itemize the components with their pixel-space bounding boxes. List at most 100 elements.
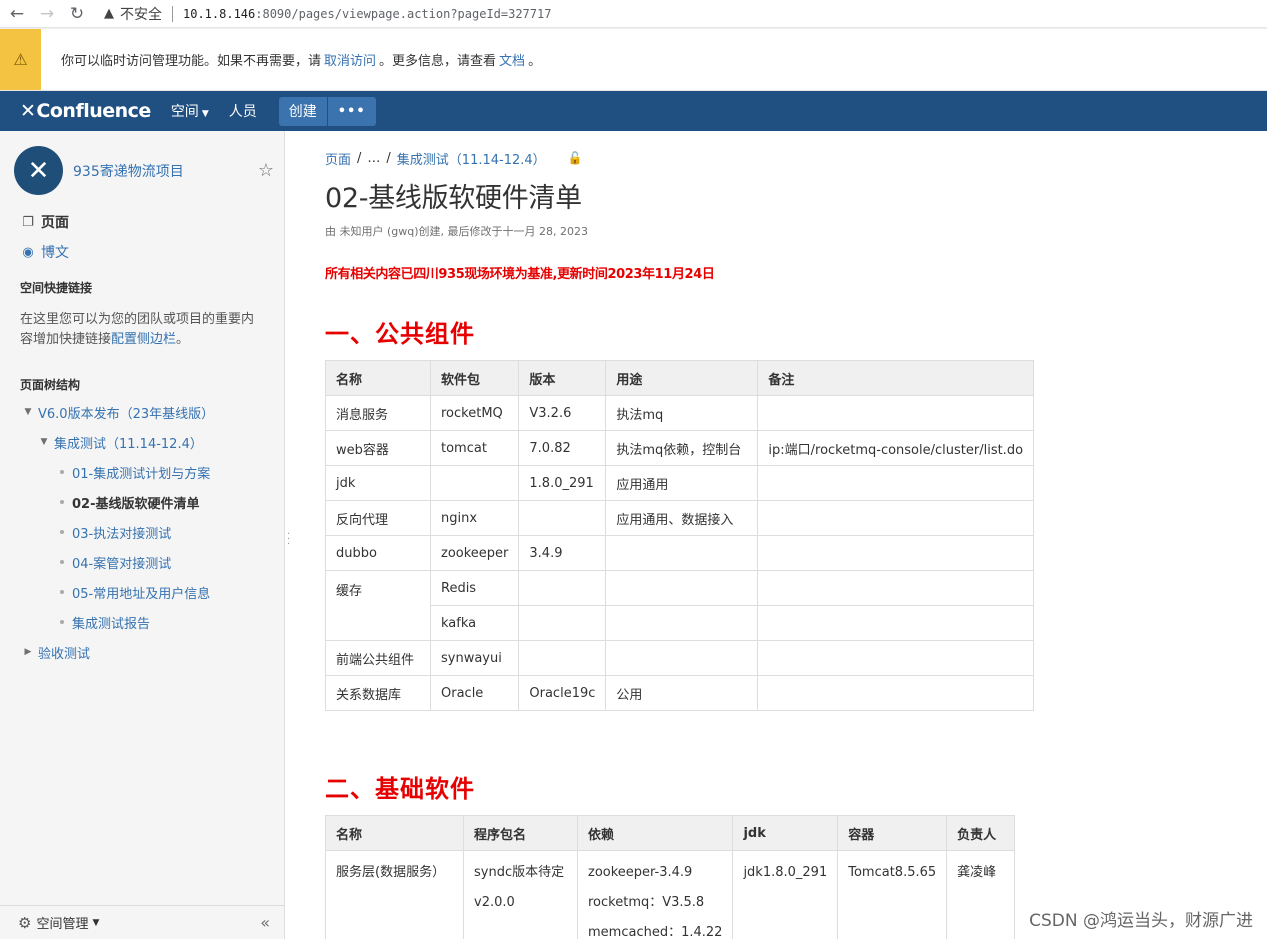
dependency-line: rocketmq：V3.5.8 xyxy=(588,895,705,910)
chevron-down-icon[interactable]: ▼ xyxy=(37,437,51,447)
table-row: 关系数据库 Oracle Oracle19c 公用 xyxy=(325,675,1035,711)
table-cell: 7.0.82 xyxy=(518,430,607,466)
docs-link[interactable]: 文档 xyxy=(499,50,525,69)
url-path: :8090/pages/viewpage.action?pageId=32771… xyxy=(255,6,552,21)
table-cell: 1.8.0_291 xyxy=(518,465,607,501)
table-cell: 消息服务 xyxy=(325,395,431,431)
column-header: 名称 xyxy=(325,360,431,396)
table-cell: Oracle19c xyxy=(518,675,607,711)
space-avatar[interactable]: ✕ xyxy=(14,146,63,195)
table-header-row: 名称 程序包名 依赖 jdk 容器 负责人 xyxy=(325,815,1016,851)
warning-icon: ⚠ xyxy=(0,29,41,90)
banner-text-before: 你可以临时访问管理功能。如果不再需要，请 xyxy=(61,54,322,69)
table-cell: Oracle xyxy=(429,675,520,711)
page-content: 页面 / … / 集成测试（11.14-12.4） 🔓 02-基线版软硬件清单 … xyxy=(285,131,1267,939)
tree-item-label: V6.0版本发布（23年基线版） xyxy=(38,406,215,422)
table-cell: jdk1.8.0_291 xyxy=(732,850,839,939)
space-admin-button[interactable]: 空间管理 xyxy=(36,913,88,932)
back-arrow-icon[interactable]: ← xyxy=(4,4,30,24)
tree-item-root[interactable]: ▼ V6.0版本发布（23年基线版） xyxy=(0,397,284,427)
components-table: 名称 软件包 版本 用途 备注 消息服务 rocketMQ V3.2.6 执法m… xyxy=(325,360,1035,711)
spaces-label: 空间 xyxy=(170,104,199,120)
tree-item-label: 验收测试 xyxy=(38,646,91,662)
people-link[interactable]: 人员 xyxy=(229,101,257,121)
watermark-text: CSDN @鸿运当头，财源广进 xyxy=(1029,911,1253,931)
breadcrumb-separator: / xyxy=(386,150,391,166)
space-sidebar: ✕ 935寄递物流项目 ☆ ❐ 页面 ◉ 博文 空间快捷链接 在这里您可以为您的… xyxy=(0,131,285,939)
tree-item-sibling[interactable]: ▶ 验收测试 xyxy=(0,637,284,667)
tree-item-parent[interactable]: ▼ 集成测试（11.14-12.4） xyxy=(0,427,284,457)
table-header-row: 名称 软件包 版本 用途 备注 xyxy=(325,360,1035,396)
table-cell: 公用 xyxy=(605,675,759,711)
package-version-line: v2.0.0 xyxy=(474,895,515,910)
tree-item-current[interactable]: 02-基线版软硬件清单 xyxy=(0,487,284,517)
breadcrumb-pages[interactable]: 页面 xyxy=(325,149,351,168)
tree-item-label: 集成测试报告 xyxy=(72,616,151,632)
tree-item-child[interactable]: 03-执法对接测试 xyxy=(0,517,284,547)
more-create-button[interactable]: ••• xyxy=(326,96,376,126)
table-row: 缓存 Redis xyxy=(325,570,1035,641)
tree-item-child[interactable]: 04-案管对接测试 xyxy=(0,547,284,577)
unlock-icon[interactable]: 🔓 xyxy=(568,151,583,165)
bullet-icon xyxy=(60,530,64,534)
chevron-down-icon: ▼ xyxy=(92,917,100,928)
table-cell: web容器 xyxy=(325,430,431,466)
create-button-group: 创建 ••• xyxy=(278,96,376,126)
bullet-icon xyxy=(60,470,64,474)
address-divider xyxy=(172,5,173,22)
page-tree-heading: 页面树结构 xyxy=(20,378,81,392)
table-cell: Redis xyxy=(429,570,520,606)
shortcuts-end: 。 xyxy=(176,332,190,347)
breadcrumb-parent[interactable]: 集成测试（11.14-12.4） xyxy=(397,149,546,168)
table-cell: 前端公共组件 xyxy=(325,640,431,676)
tree-item-child[interactable]: 01-集成测试计划与方案 xyxy=(0,457,284,487)
reload-icon[interactable]: ↻ xyxy=(64,4,90,24)
table-cell xyxy=(757,605,1035,641)
address-bar[interactable]: ▲ 不安全 10.1.8.146:8090/pages/viewpage.act… xyxy=(104,2,551,26)
table-row: dubbo zookeeper 3.4.9 xyxy=(325,535,1035,571)
table-cell: ip:端口/rocketmq-console/cluster/list.do xyxy=(757,430,1035,466)
url-text[interactable]: 10.1.8.146:8090/pages/viewpage.action?pa… xyxy=(183,7,551,21)
tree-item-child[interactable]: 集成测试报告 xyxy=(0,607,284,637)
table-row: 前端公共组件 synwayui xyxy=(325,640,1035,676)
tree-item-label: 01-集成测试计划与方案 xyxy=(72,466,211,482)
table-cell xyxy=(518,640,607,676)
breadcrumb: 页面 / … / 集成测试（11.14-12.4） 🔓 xyxy=(325,148,1267,168)
breadcrumb-ellipsis[interactable]: … xyxy=(367,151,380,166)
table-cell: 执法mq xyxy=(605,395,759,431)
space-name-link[interactable]: 935寄递物流项目 xyxy=(73,161,258,181)
cancel-access-link[interactable]: 取消访问 xyxy=(324,50,376,69)
dependency-line: memcached：1.4.22 xyxy=(588,925,723,939)
column-header: 用途 xyxy=(605,360,759,396)
sidebar-item-blog[interactable]: ◉ 博文 xyxy=(0,237,284,267)
tree-item-label: 集成测试（11.14-12.4） xyxy=(54,436,203,452)
tree-item-child[interactable]: 05-常用地址及用户信息 xyxy=(0,577,284,607)
table-cell: synwayui xyxy=(429,640,520,676)
table-cell: 缓存 xyxy=(325,570,431,641)
confluence-logo[interactable]: ✕ Confluence xyxy=(20,100,151,122)
bullet-icon xyxy=(60,590,64,594)
sidebar-item-label: 博文 xyxy=(41,245,69,261)
package-name-line: syndc版本待定 xyxy=(474,865,565,880)
create-button[interactable]: 创建 xyxy=(279,101,327,121)
forward-arrow-icon[interactable]: → xyxy=(34,4,60,24)
sidebar-item-pages[interactable]: ❐ 页面 xyxy=(0,207,284,237)
table-cell: 执法mq依赖，控制台 xyxy=(605,430,759,466)
spaces-menu[interactable]: 空间 ▼ xyxy=(171,101,209,121)
collapse-sidebar-icon[interactable]: « xyxy=(260,913,270,932)
bullet-icon xyxy=(60,620,64,624)
browser-toolbar: ← → ↻ ▲ 不安全 10.1.8.146:8090/pages/viewpa… xyxy=(0,0,1267,28)
table-cell xyxy=(757,675,1035,711)
page-metadata: 由 未知用户 (gwq)创建, 最后修改于十一月 28, 2023 xyxy=(325,225,589,238)
column-header: jdk xyxy=(732,815,839,851)
chevron-right-icon[interactable]: ▶ xyxy=(21,647,35,657)
space-header: ✕ 935寄递物流项目 ☆ xyxy=(0,131,284,195)
tree-item-label: 02-基线版软硬件清单 xyxy=(72,496,200,512)
chevron-down-icon[interactable]: ▼ xyxy=(21,407,35,417)
insecure-label: 不安全 xyxy=(120,6,162,23)
table-cell xyxy=(518,570,607,606)
star-icon[interactable]: ☆ xyxy=(258,160,274,181)
banner-message: 你可以临时访问管理功能。如果不再需要，请 取消访问 。更多信息，请查看 文档 。 xyxy=(41,29,541,90)
configure-sidebar-link[interactable]: 配置侧边栏 xyxy=(111,332,176,347)
sidebar-footer: ⚙ 空间管理 ▼ « xyxy=(0,905,284,939)
